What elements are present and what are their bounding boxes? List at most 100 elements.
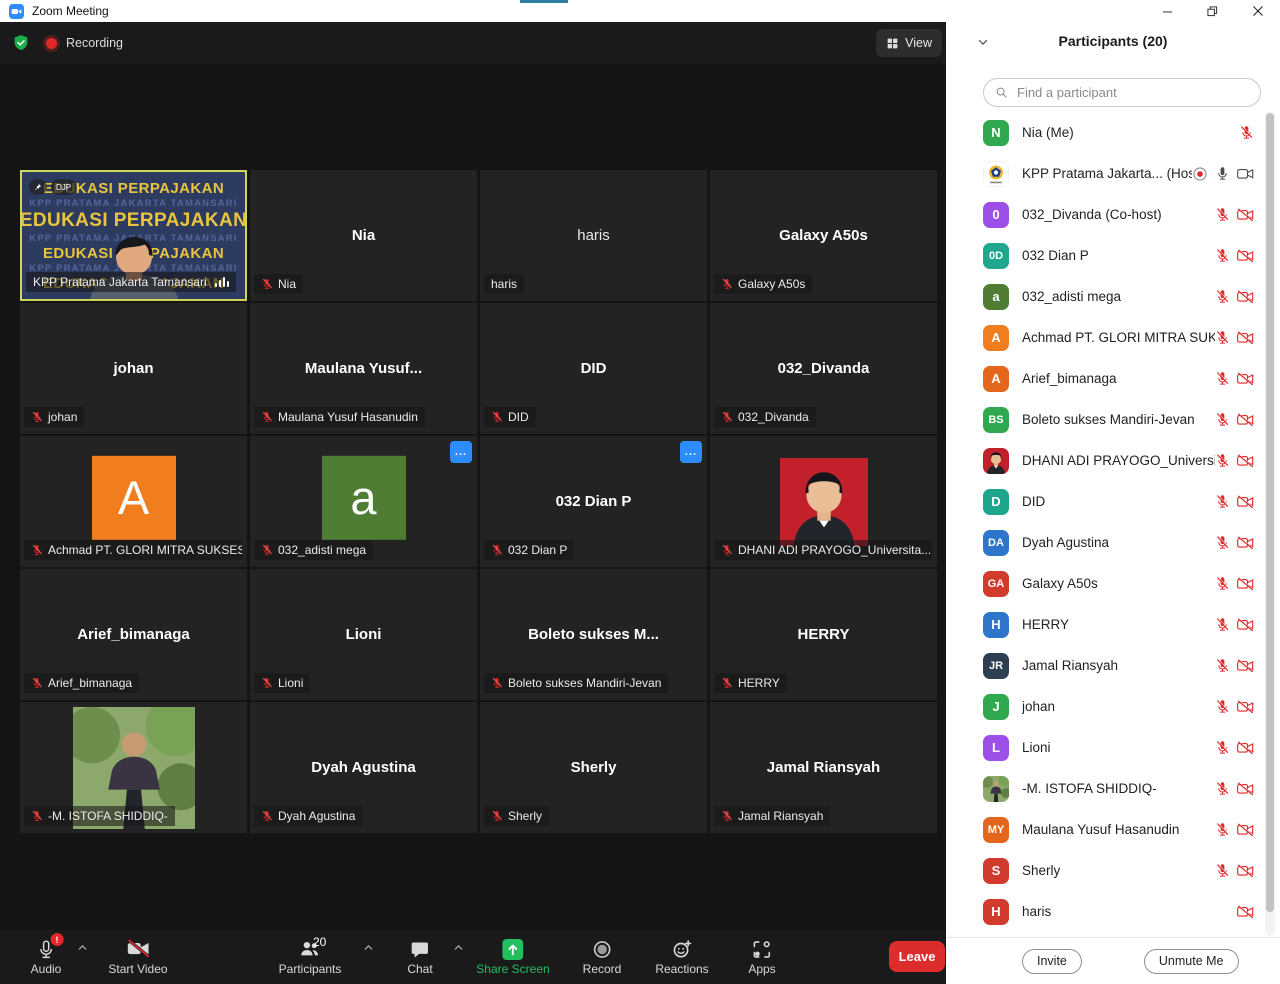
participants-button[interactable]: 20Participants [279, 937, 342, 976]
audio-button[interactable]: !Audio [31, 937, 62, 976]
participant-row[interactable]: DHANI ADI PRAYOGO_Universit... [946, 440, 1280, 481]
participant-row[interactable]: 0032_Divanda (Co-host) [946, 194, 1280, 235]
maximize-button[interactable] [1190, 0, 1235, 22]
participant-search [983, 78, 1261, 107]
participant-status-icons [1215, 207, 1254, 222]
tile-name-label: Maulana Yusuf Hasanudin [254, 407, 425, 427]
participant-row[interactable]: JRJamal Riansyah [946, 645, 1280, 686]
mic-muted-icon [1215, 207, 1230, 222]
chat-caret-icon[interactable] [453, 942, 464, 953]
tile-name-label: Jamal Riansyah [714, 806, 830, 826]
tile-label-text: KPP Pratama Jakarta Tamansari [33, 275, 207, 289]
participant-status-icons [1215, 699, 1254, 714]
participant-name: johan [1022, 699, 1215, 714]
participant-row[interactable]: Jjohan [946, 686, 1280, 727]
participant-row[interactable]: KPP Pratama Jakarta... (Host) [946, 153, 1280, 194]
video-tile[interactable]: 032_Divanda032_Divanda [710, 303, 937, 434]
participant-row[interactable]: DDID [946, 481, 1280, 522]
participant-row[interactable]: BSBoleto sukses Mandiri-Jevan [946, 399, 1280, 440]
video-tile[interactable]: Galaxy A50sGalaxy A50s [710, 170, 937, 301]
participant-row[interactable]: LLioni [946, 727, 1280, 768]
video-tile[interactable]: LioniLioni [250, 569, 477, 700]
leave-button[interactable]: Leave [889, 941, 945, 972]
reactions-button[interactable]: Reactions [655, 937, 708, 976]
participant-row[interactable]: NNia (Me) [946, 112, 1280, 153]
video-tile[interactable]: HERRYHERRY [710, 569, 937, 700]
minimize-button[interactable] [1145, 0, 1190, 22]
apps-icon [751, 937, 772, 961]
participants-caret-icon[interactable] [363, 942, 374, 953]
video-tile[interactable]: AAchmad PT. GLORI MITRA SUKSES [20, 436, 247, 567]
participant-row[interactable]: SSherly [946, 850, 1280, 891]
view-label: View [905, 36, 932, 50]
video-tile[interactable]: 032 Dian P...032 Dian P [480, 436, 707, 567]
video-tile[interactable]: a...032_adisti mega [250, 436, 477, 567]
audio-caret-icon[interactable] [77, 942, 88, 953]
tile-label-text: DID [508, 410, 529, 424]
tile-name-label: Galaxy A50s [714, 274, 812, 294]
video-grid: EDUKASI PERPAJAKANKPP PRATAMA JAKARTA TA… [20, 170, 937, 833]
video-tile[interactable]: SherlySherly [480, 702, 707, 833]
participant-name: Arief_bimanaga [1022, 371, 1215, 386]
camera-off-icon [1237, 249, 1254, 263]
participant-status-icons [1215, 371, 1254, 386]
avatar: BS [983, 407, 1009, 433]
participant-row[interactable]: MYMaulana Yusuf Hasanudin [946, 809, 1280, 850]
participant-row[interactable]: AAchmad PT. GLORI MITRA SUK... [946, 317, 1280, 358]
video-tile[interactable]: NiaNia [250, 170, 477, 301]
video-tile[interactable]: -M. ISTOFA SHIDDIQ- [20, 702, 247, 833]
video-tile[interactable]: DHANI ADI PRAYOGO_Universita... [710, 436, 937, 567]
share-screen-button[interactable]: Share Screen [476, 937, 549, 976]
video-tile-active-speaker[interactable]: EDUKASI PERPAJAKANKPP PRATAMA JAKARTA TA… [20, 170, 247, 301]
video-tile[interactable]: johanjohan [20, 303, 247, 434]
camera-off-icon [1237, 536, 1254, 550]
video-tile[interactable]: Dyah AgustinaDyah Agustina [250, 702, 477, 833]
tile-more-menu-button[interactable]: ... [680, 441, 702, 463]
participant-name: DHANI ADI PRAYOGO_Universit... [1022, 453, 1215, 468]
avatar: GA [983, 571, 1009, 597]
view-button[interactable]: View [876, 29, 942, 57]
tile-label-text: 032_Divanda [738, 410, 809, 424]
mic-muted-icon [261, 810, 273, 822]
participant-row[interactable]: -M. ISTOFA SHIDDIQ- [946, 768, 1280, 809]
participant-row[interactable]: 0D032 Dian P [946, 235, 1280, 276]
tile-label-text: 032 Dian P [508, 543, 567, 557]
share-screen-label: Share Screen [476, 962, 549, 976]
search-icon [994, 85, 1009, 100]
video-tile[interactable]: Jamal RiansyahJamal Riansyah [710, 702, 937, 833]
participant-row[interactable]: HHERRY [946, 604, 1280, 645]
camera-off-icon [1237, 331, 1254, 345]
close-button[interactable] [1235, 0, 1280, 22]
record-button[interactable]: Record [583, 937, 622, 976]
participant-row[interactable]: AArief_bimanaga [946, 358, 1280, 399]
avatar: MY [983, 817, 1009, 843]
tile-name-label: haris [484, 274, 524, 294]
participant-row[interactable]: a032_adisti mega [946, 276, 1280, 317]
tile-corner-chips: DJP [29, 179, 76, 195]
mic-muted-icon [1215, 289, 1230, 304]
participant-row[interactable]: GAGalaxy A50s [946, 563, 1280, 604]
avatar: N [983, 120, 1009, 146]
avatar: L [983, 735, 1009, 761]
unmute-me-button[interactable]: Unmute Me [1144, 949, 1239, 974]
tile-label-text: Arief_bimanaga [48, 676, 132, 690]
tile-more-menu-button[interactable]: ... [450, 441, 472, 463]
video-tile[interactable]: Maulana Yusuf...Maulana Yusuf Hasanudin [250, 303, 477, 434]
share-icon [502, 937, 523, 961]
search-input[interactable] [1015, 84, 1250, 101]
start-video-button[interactable]: Start Video [108, 937, 167, 976]
participant-row[interactable]: DADyah Agustina [946, 522, 1280, 563]
video-tile[interactable]: DIDDID [480, 303, 707, 434]
mic-muted-icon [1239, 125, 1254, 140]
chat-button[interactable]: Chat [407, 937, 432, 976]
video-tile[interactable]: Boleto sukses M...Boleto sukses Mandiri-… [480, 569, 707, 700]
participant-row[interactable]: Hharis [946, 891, 1280, 932]
tile-label-text: Boleto sukses Mandiri-Jevan [508, 676, 661, 690]
video-tile[interactable]: Arief_bimanagaArief_bimanaga [20, 569, 247, 700]
tile-name-label: 032_Divanda [714, 407, 816, 427]
video-tile[interactable]: harisharis [480, 170, 707, 301]
security-shield-icon[interactable] [12, 34, 30, 52]
scrollbar-thumb[interactable] [1266, 113, 1274, 912]
apps-button[interactable]: Apps [748, 937, 775, 976]
invite-button[interactable]: Invite [1022, 949, 1082, 974]
